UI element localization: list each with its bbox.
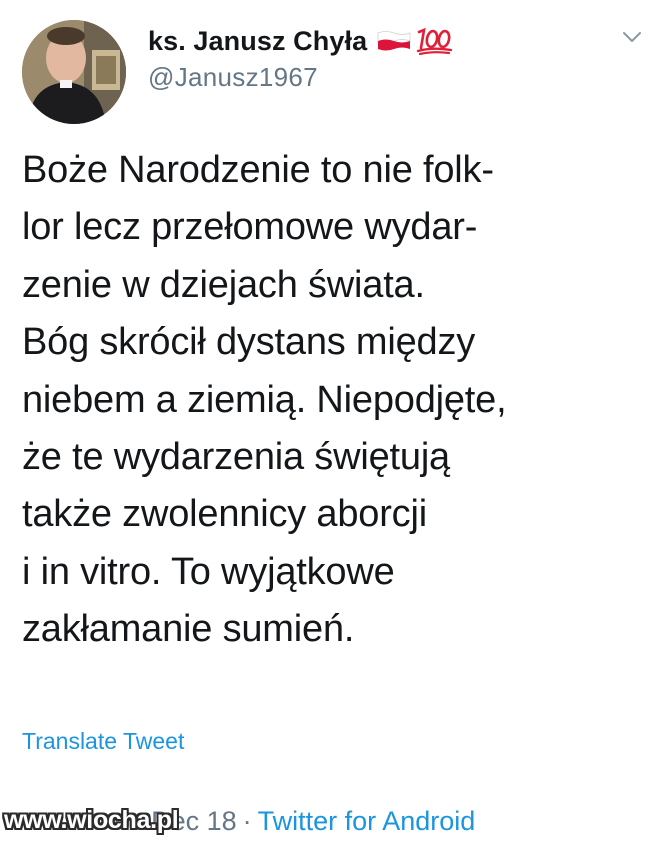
hundred-points-icon xyxy=(415,26,453,56)
tweet-text: Boże Narodzenie to nie folk- lor lecz pr… xyxy=(22,149,507,651)
author-block[interactable]: ks. Janusz Chyła @Janusz1967 xyxy=(148,22,453,93)
watermark: www.wiocha.pl xyxy=(4,806,179,834)
avatar[interactable] xyxy=(22,20,126,124)
display-name-row: ks. Janusz Chyła xyxy=(148,22,453,60)
tweet-card: ks. Janusz Chyła @Janusz1967 Boże Narodz… xyxy=(0,0,654,847)
meta-separator: · xyxy=(242,806,252,836)
poland-flag-icon xyxy=(377,30,411,52)
translate-tweet-link[interactable]: Translate Tweet xyxy=(22,728,184,755)
user-handle[interactable]: @Janusz1967 xyxy=(148,62,453,93)
avatar-image xyxy=(22,20,126,124)
chevron-down-icon[interactable] xyxy=(622,30,642,44)
tweet-source-link[interactable]: Twitter for Android xyxy=(258,806,476,836)
display-name[interactable]: ks. Janusz Chyła xyxy=(148,26,367,57)
